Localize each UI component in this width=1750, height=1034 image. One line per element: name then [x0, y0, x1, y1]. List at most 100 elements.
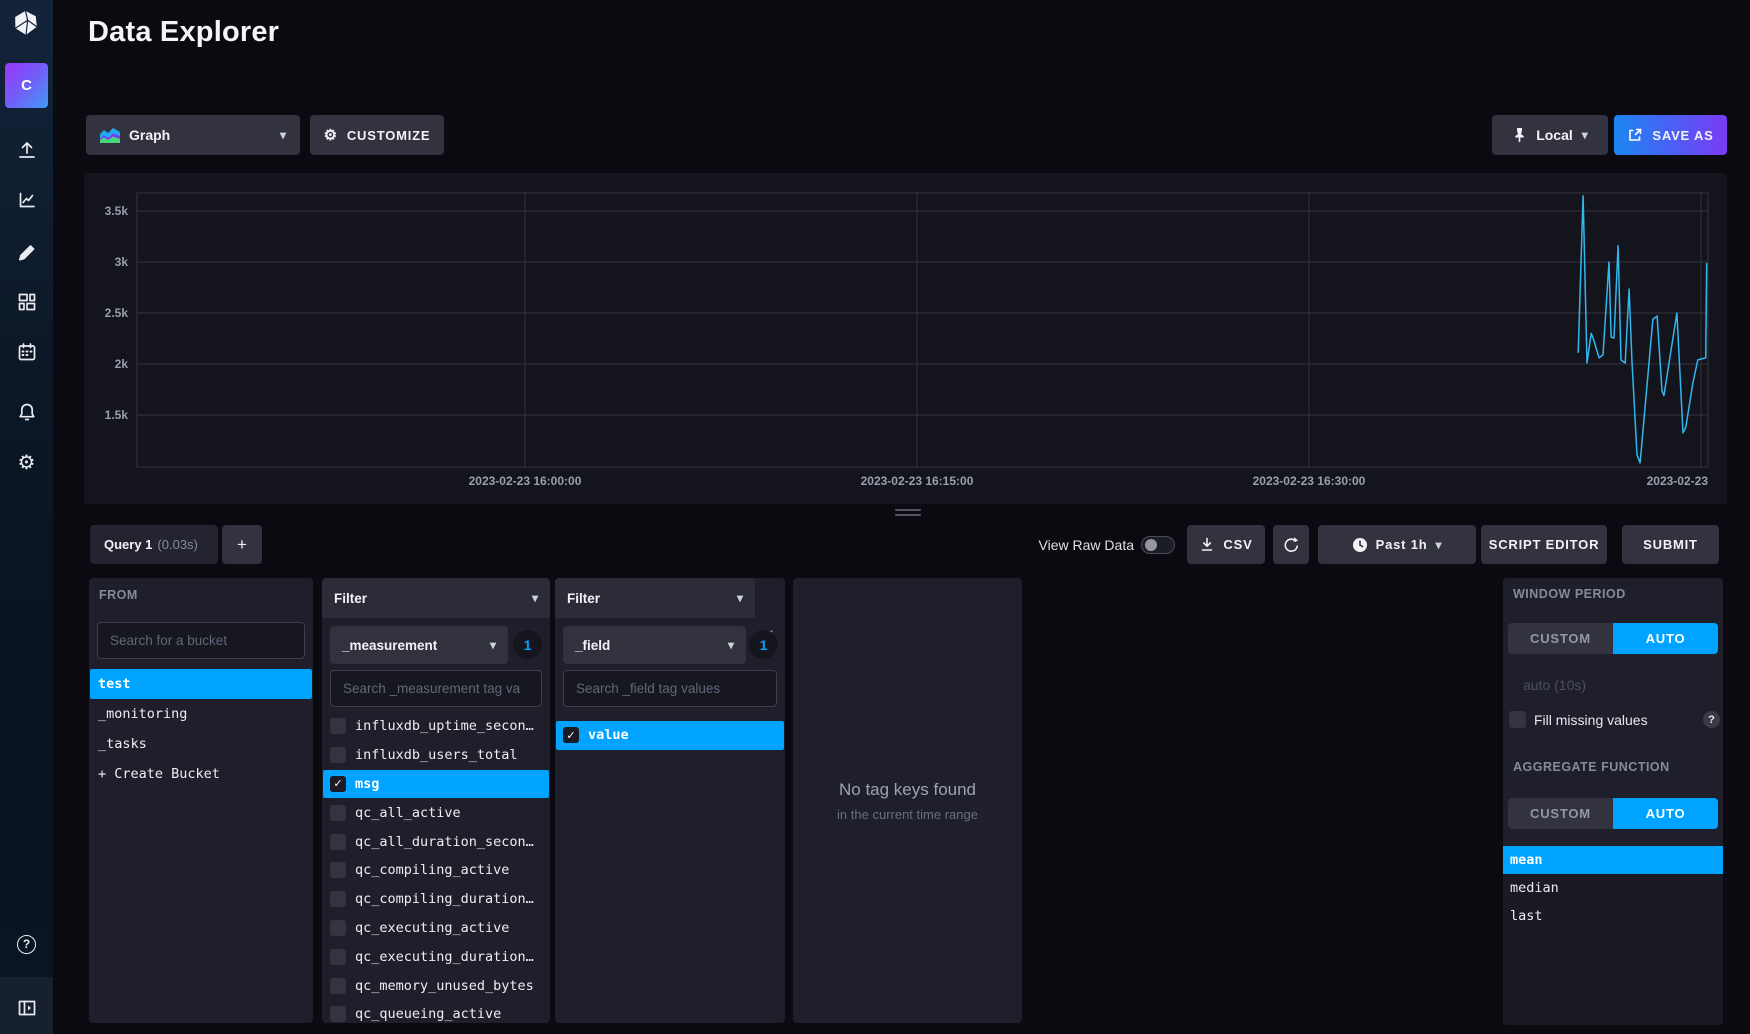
checkbox[interactable] [330, 747, 346, 763]
submit-button[interactable]: SUBMIT [1622, 525, 1719, 564]
influxdb-logo-icon[interactable] [13, 10, 39, 41]
org-avatar[interactable]: C [5, 63, 48, 108]
filter-type-dropdown[interactable]: Filter ▾ [322, 578, 550, 618]
measurement-key-dropdown[interactable]: _measurement ▾ [330, 626, 508, 664]
checkbox[interactable] [330, 1006, 346, 1022]
svg-text:3k: 3k [115, 255, 129, 269]
page-title: Data Explorer [88, 16, 279, 49]
resize-handle[interactable] [895, 509, 921, 519]
svg-text:2023-02-23: 2023-02-23 [1647, 474, 1709, 488]
checkbox[interactable] [330, 805, 346, 821]
chart-panel: 1.5k2k2.5k3k3.5k2023-02-23 16:00:002023-… [84, 173, 1727, 504]
bucket-item[interactable]: test [90, 669, 312, 699]
filter-type-dropdown[interactable]: Filter ▾ [555, 578, 755, 618]
refresh-button[interactable] [1273, 525, 1309, 564]
svg-text:1.5k: 1.5k [105, 408, 129, 422]
time-range-label: Past 1h [1376, 537, 1428, 552]
checkbox[interactable] [330, 949, 346, 965]
bucket-search-input[interactable]: Search for a bucket [97, 622, 305, 659]
svg-text:2.5k: 2.5k [105, 306, 129, 320]
tag-value-label: influxdb_users_total [355, 747, 518, 763]
dashboards-icon[interactable] [0, 284, 53, 320]
tag-value-row[interactable]: ✓ msg [323, 770, 549, 799]
checkbox[interactable] [330, 718, 346, 734]
time-range-dropdown[interactable]: Past 1h ▾ [1318, 525, 1476, 564]
save-as-button[interactable]: SAVE AS [1614, 115, 1727, 155]
tag-value-row[interactable]: qc_queueing_active [323, 1000, 549, 1023]
query-duration: (0.03s) [157, 537, 197, 552]
tag-value-row[interactable]: qc_all_active [323, 798, 549, 827]
measurement-list: influxdb_uptime_secon… influxdb_users_tot… [323, 712, 549, 1023]
field-search-input[interactable]: Search _field tag values [563, 670, 777, 707]
bucket-item[interactable]: + Create Bucket [90, 759, 312, 789]
query-tab-label: Query 1 [104, 537, 152, 552]
window-auto-button[interactable]: AUTO [1613, 623, 1718, 654]
aggregate-custom-button[interactable]: CUSTOM [1508, 798, 1613, 829]
settings-gear-icon[interactable]: ⚙ [0, 444, 53, 480]
checkbox[interactable]: ✓ [330, 776, 346, 792]
aggregate-segmented: CUSTOM AUTO [1508, 798, 1718, 829]
tasks-calendar-icon[interactable] [0, 334, 53, 370]
data-explorer-icon[interactable] [0, 182, 53, 218]
chevron-down-icon: ▾ [1582, 128, 1588, 142]
aggregate-auto-button[interactable]: AUTO [1613, 798, 1718, 829]
notebooks-pencil-icon[interactable] [0, 234, 53, 270]
chevron-down-icon: ▾ [532, 591, 538, 605]
tag-value-row[interactable]: qc_compiling_active [323, 856, 549, 885]
visualization-type-dropdown[interactable]: Graph ▾ [86, 115, 300, 155]
line-chart[interactable]: 1.5k2k2.5k3k3.5k2023-02-23 16:00:002023-… [84, 173, 1727, 504]
field-key-dropdown[interactable]: _field ▾ [563, 626, 746, 664]
refresh-icon [1283, 536, 1300, 554]
svg-text:2023-02-23 16:15:00: 2023-02-23 16:15:00 [861, 474, 974, 488]
customize-button[interactable]: ⚙ CUSTOMIZE [310, 115, 444, 155]
add-query-button[interactable]: + [222, 525, 262, 564]
window-period-title: WINDOW PERIOD [1513, 587, 1626, 601]
checkbox[interactable] [330, 862, 346, 878]
query-tab[interactable]: Query 1 (0.03s) [90, 525, 218, 564]
aggregate-function-item[interactable]: last [1503, 902, 1723, 930]
checkbox[interactable] [330, 978, 346, 994]
view-raw-data-toggle[interactable] [1141, 536, 1175, 554]
checkbox[interactable]: ✓ [563, 727, 579, 743]
bucket-item[interactable]: _tasks [90, 729, 312, 759]
help-icon[interactable]: ? [0, 926, 53, 962]
csv-button[interactable]: CSV [1187, 525, 1265, 564]
question-icon[interactable]: ? [1703, 711, 1720, 728]
tag-value-label: msg [355, 776, 379, 792]
tag-value-row[interactable]: ✓value [556, 721, 784, 750]
tag-value-row[interactable]: influxdb_users_total [323, 741, 549, 770]
aggregate-function-item[interactable]: median [1503, 874, 1723, 902]
local-dropdown[interactable]: Local ▾ [1492, 115, 1608, 155]
empty-state-subtitle: in the current time range [837, 807, 978, 822]
checkbox[interactable] [330, 891, 346, 907]
tag-value-row[interactable]: qc_all_duration_secon… [323, 827, 549, 856]
tag-value-row[interactable]: qc_executing_active [323, 914, 549, 943]
checkbox[interactable] [330, 920, 346, 936]
aggregate-function-item[interactable]: mean [1503, 846, 1723, 874]
tag-value-label: influxdb_uptime_secon… [355, 718, 534, 734]
measurement-search-input[interactable]: Search _measurement tag va [330, 670, 542, 707]
tag-value-label: qc_compiling_active [355, 862, 509, 878]
tag-value-row[interactable]: influxdb_uptime_secon… [323, 712, 549, 741]
graph-type-icon [100, 128, 120, 143]
window-custom-button[interactable]: CUSTOM [1508, 623, 1613, 654]
tag-value-row[interactable]: qc_memory_unused_bytes [323, 971, 549, 1000]
clock-icon [1352, 537, 1368, 553]
tag-value-row[interactable]: qc_executing_duration… [323, 942, 549, 971]
expand-sidebar-icon[interactable] [0, 990, 53, 1026]
filter-label: Filter [567, 591, 600, 606]
script-editor-button[interactable]: SCRIPT EDITOR [1481, 525, 1607, 564]
checkbox[interactable] [330, 834, 346, 850]
tag-value-label: qc_memory_unused_bytes [355, 978, 534, 994]
toggle-knob [1145, 539, 1157, 551]
tag-keys-empty-panel: No tag keys found in the current time ra… [793, 578, 1022, 1023]
alerts-bell-icon[interactable] [0, 394, 53, 430]
fill-missing-values-checkbox[interactable] [1509, 711, 1526, 728]
sidebar: C ⚙ ? [0, 0, 53, 1034]
upload-icon[interactable] [0, 132, 53, 168]
svg-text:3.5k: 3.5k [105, 204, 129, 218]
fill-missing-values-row: Fill missing values ? [1509, 711, 1720, 728]
tag-value-label: qc_compiling_duration… [355, 891, 534, 907]
bucket-item[interactable]: _monitoring [90, 699, 312, 729]
tag-value-row[interactable]: qc_compiling_duration… [323, 885, 549, 914]
